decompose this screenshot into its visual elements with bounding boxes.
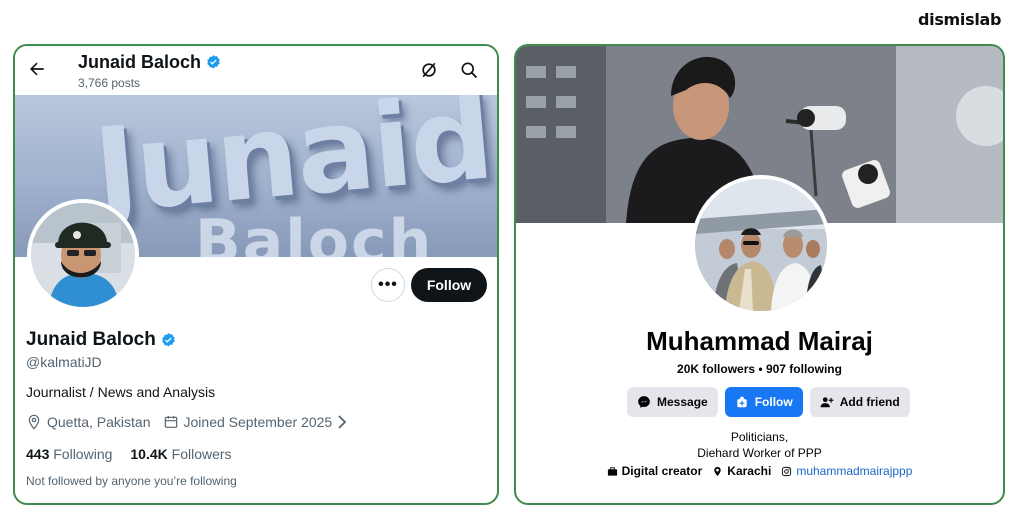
following-link[interactable]: 443 Following: [26, 446, 112, 462]
verified-badge-icon: [162, 332, 175, 347]
grok-icon[interactable]: [419, 60, 439, 80]
joined-text: Joined September 2025: [183, 414, 333, 430]
messenger-icon: [638, 396, 650, 408]
bio-line-1: Politicians,: [730, 430, 789, 444]
back-arrow-icon[interactable]: [27, 59, 47, 79]
briefcase-icon: [607, 466, 617, 476]
city-item: Karachi: [712, 464, 771, 478]
add-friend-icon: [820, 397, 834, 408]
header-title: Junaid Baloch: [78, 52, 222, 73]
location-pin-icon: [714, 466, 722, 476]
facebook-profile-panel: Muhammad Mairaj 20K followers • 907 foll…: [514, 44, 1005, 505]
add-friend-label: Add friend: [839, 395, 900, 409]
profile-name: Muhammad Mairaj: [646, 326, 873, 356]
follow-button[interactable]: Follow: [411, 268, 487, 302]
mutual-followers-note: Not followed by anyone you’re following: [26, 474, 237, 488]
instagram-icon: [782, 466, 792, 476]
bio-line-2: Diehard Worker of PPP: [697, 446, 822, 460]
follow-icon: [737, 396, 747, 408]
profile-picture[interactable]: [691, 175, 831, 315]
category-item: Digital creator: [607, 464, 703, 478]
search-icon[interactable]: [459, 60, 479, 80]
follower-stats[interactable]: 20K followers • 907 following: [516, 362, 1003, 376]
profile-name-text: Junaid Baloch: [26, 329, 156, 350]
message-button[interactable]: Message: [627, 387, 718, 417]
more-options-button[interactable]: •••: [371, 268, 405, 302]
add-friend-button[interactable]: Add friend: [809, 387, 910, 417]
avatar-illustration: [31, 203, 135, 307]
followers-link[interactable]: 10.4K Followers: [130, 446, 231, 462]
profile-details: Digital creator Karachi muhammadmairajpp…: [516, 464, 1003, 478]
follow-button[interactable]: Follow: [724, 387, 803, 417]
following-label: Following: [53, 446, 113, 462]
header-name: Junaid Baloch: [78, 52, 202, 72]
location-text: Quetta, Pakistan: [47, 414, 151, 430]
profile-handle: @kalmatiJD: [26, 354, 102, 370]
profile-picture-illustration: [695, 179, 827, 311]
followers-label: Followers: [171, 446, 232, 462]
dismislab-logo: dismislab: [918, 10, 1002, 29]
category-text: Digital creator: [621, 464, 703, 478]
follow-counts: 443 Following 10.4K Followers: [26, 446, 232, 462]
message-label: Message: [657, 395, 708, 409]
post-count: 3,766 posts: [78, 76, 141, 90]
action-buttons: Message Follow Add friend: [627, 387, 910, 417]
verified-badge-icon: [207, 55, 220, 69]
profile-meta: Quetta, Pakistan Joined September 2025: [26, 414, 353, 430]
x-header: Junaid Baloch 3,766 posts: [15, 46, 497, 95]
instagram-link[interactable]: muhammadmairajppp: [796, 464, 912, 478]
instagram-item[interactable]: muhammadmairajppp: [781, 464, 912, 478]
location-pin-icon: [28, 414, 40, 430]
banner-text-secondary: Baloch: [195, 207, 434, 257]
profile-name: Junaid Baloch: [26, 329, 177, 351]
city-text: Karachi: [727, 464, 772, 478]
avatar[interactable]: [27, 199, 139, 311]
calendar-icon: [164, 416, 177, 428]
follow-label: Follow: [754, 395, 793, 409]
followers-count: 10.4K: [130, 446, 168, 462]
profile-bio: Journalist / News and Analysis: [26, 384, 216, 400]
chevron-right-icon[interactable]: [336, 415, 348, 429]
x-profile-panel: Junaid Baloch 3,766 posts Junaid Baloch …: [13, 44, 499, 505]
following-count: 443: [26, 446, 50, 462]
